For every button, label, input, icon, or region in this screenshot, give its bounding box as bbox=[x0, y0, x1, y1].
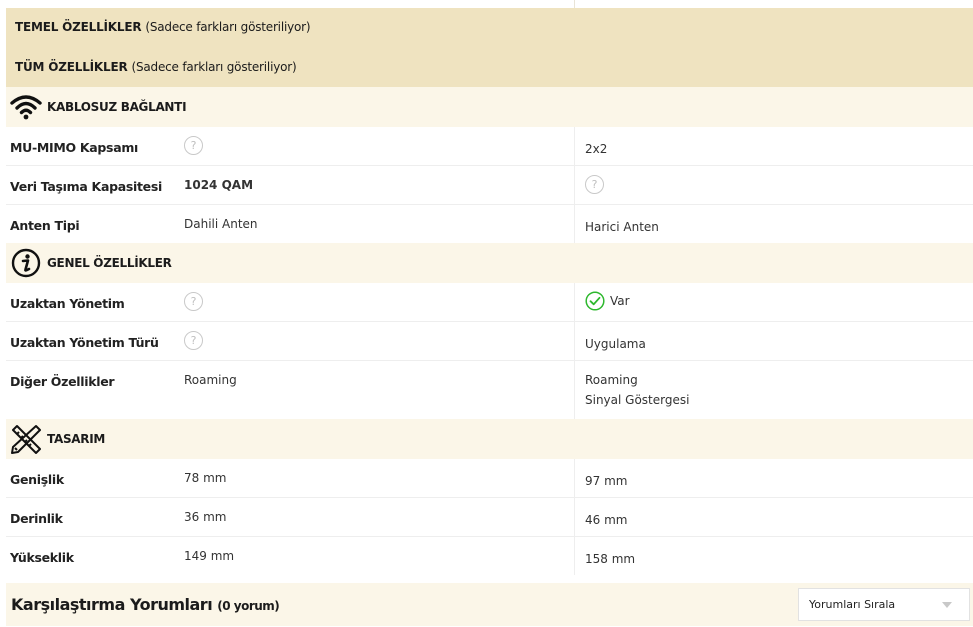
column-divider bbox=[574, 361, 575, 419]
value-line: Sinyal Göstergesi bbox=[585, 393, 690, 407]
section-title: TASARIM bbox=[47, 432, 106, 446]
column-divider bbox=[574, 537, 575, 575]
wifi-icon bbox=[10, 95, 42, 120]
row-value-1: 1024 QAM bbox=[184, 178, 254, 192]
row-value-2: Uygulama bbox=[585, 337, 646, 351]
table-row: Diğer Özellikler Roaming Roaming Sinyal … bbox=[6, 361, 973, 419]
column-divider bbox=[574, 283, 575, 321]
table-row: Yükseklik 149 mm 158 mm bbox=[6, 537, 973, 575]
column-divider bbox=[574, 205, 575, 243]
comparison-table: TEMEL ÖZELLİKLER (Sadece farkları göster… bbox=[6, 8, 973, 575]
question-icon[interactable]: ? bbox=[184, 292, 203, 311]
feature-toggle-bar: TEMEL ÖZELLİKLER (Sadece farkları göster… bbox=[6, 8, 973, 87]
section-general: GENEL ÖZELLİKLER bbox=[6, 243, 973, 283]
row-value-2: 97 mm bbox=[585, 474, 628, 488]
row-value-2: 46 mm bbox=[585, 513, 628, 527]
comments-title: Karşılaştırma Yorumları (0 yorum) bbox=[11, 595, 280, 614]
table-row: Uzaktan Yönetim Türü ? Uygulama bbox=[6, 322, 973, 361]
column-divider bbox=[574, 322, 575, 360]
row-value-2: 2x2 bbox=[585, 142, 608, 156]
column-divider bbox=[574, 166, 575, 204]
row-value-2: 158 mm bbox=[585, 552, 636, 566]
ruler-pencil-icon bbox=[11, 425, 41, 454]
row-value-1: 149 mm bbox=[184, 549, 235, 563]
column-divider bbox=[574, 127, 575, 165]
comments-header: Karşılaştırma Yorumları (0 yorum) Yoruml… bbox=[6, 583, 973, 626]
column-divider bbox=[574, 459, 575, 497]
row-value-2: Var bbox=[585, 291, 630, 311]
info-icon bbox=[11, 248, 41, 278]
row-label: Uzaktan Yönetim bbox=[10, 296, 125, 311]
row-value-1: 78 mm bbox=[184, 471, 227, 485]
comment-count: (0 yorum) bbox=[217, 599, 280, 613]
row-label: Diğer Özellikler bbox=[10, 374, 115, 389]
table-row: Veri Taşıma Kapasitesi 1024 QAM ? bbox=[6, 166, 973, 205]
column-divider-top bbox=[574, 0, 575, 8]
check-label: Var bbox=[610, 294, 630, 308]
check-icon bbox=[585, 291, 605, 311]
row-label: Anten Tipi bbox=[10, 218, 80, 233]
row-value-2: Harici Anten bbox=[585, 220, 659, 234]
section-title: KABLOSUZ BAĞLANTI bbox=[47, 100, 187, 114]
value-line: Roaming bbox=[585, 373, 638, 387]
basic-features-toggle[interactable]: TEMEL ÖZELLİKLER (Sadece farkları göster… bbox=[15, 20, 311, 34]
row-label: Yükseklik bbox=[10, 550, 74, 565]
row-label: Veri Taşıma Kapasitesi bbox=[10, 179, 162, 194]
table-row: MU-MIMO Kapsamı ? 2x2 bbox=[6, 127, 973, 166]
question-icon[interactable]: ? bbox=[585, 175, 604, 194]
row-value-1: 36 mm bbox=[184, 510, 227, 524]
row-value-1: Roaming bbox=[184, 373, 237, 387]
section-design: TASARIM bbox=[6, 419, 973, 459]
row-label: Genişlik bbox=[10, 472, 64, 487]
question-icon[interactable]: ? bbox=[184, 136, 203, 155]
table-row: Derinlik 36 mm 46 mm bbox=[6, 498, 973, 537]
table-row: Anten Tipi Dahili Anten Harici Anten bbox=[6, 205, 973, 243]
row-value-2: Roaming Sinyal Göstergesi bbox=[585, 370, 689, 410]
row-label: Uzaktan Yönetim Türü bbox=[10, 335, 159, 350]
row-label: MU-MIMO Kapsamı bbox=[10, 140, 139, 155]
table-row: Genişlik 78 mm 97 mm bbox=[6, 459, 973, 498]
row-label: Derinlik bbox=[10, 511, 63, 526]
question-icon[interactable]: ? bbox=[184, 331, 203, 350]
sort-comments-select[interactable]: Yorumları Sırala bbox=[798, 588, 970, 621]
chevron-down-icon bbox=[942, 602, 952, 608]
sort-select-label: Yorumları Sırala bbox=[809, 598, 896, 611]
section-title: GENEL ÖZELLİKLER bbox=[47, 256, 172, 270]
row-value-1: Dahili Anten bbox=[184, 217, 258, 231]
all-features-toggle[interactable]: TÜM ÖZELLİKLER (Sadece farkları gösteril… bbox=[15, 60, 297, 74]
table-row: Uzaktan Yönetim ? Var bbox=[6, 283, 973, 322]
section-wireless: KABLOSUZ BAĞLANTI bbox=[6, 87, 973, 127]
column-divider bbox=[574, 498, 575, 536]
